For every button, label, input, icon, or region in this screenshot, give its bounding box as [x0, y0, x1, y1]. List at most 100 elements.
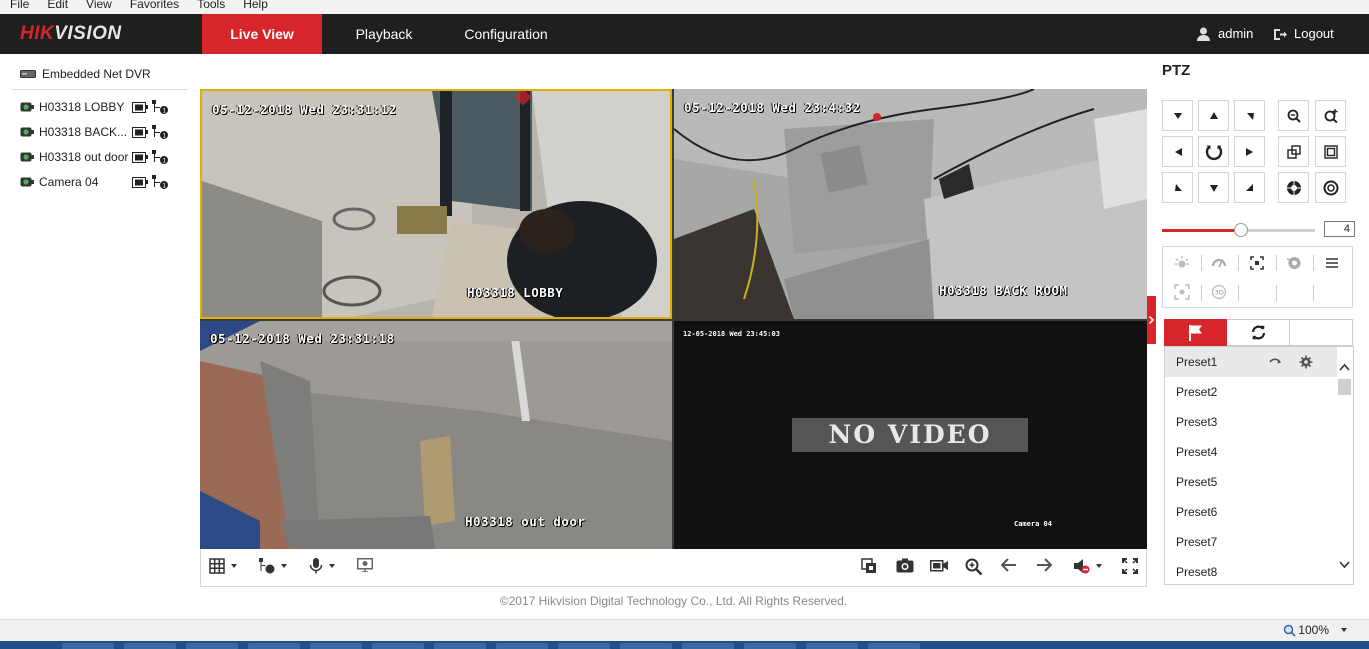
3d-zoom-icon: 3D	[1211, 284, 1227, 300]
ptz-up-right-button[interactable]	[1234, 100, 1265, 131]
stream-type-icon[interactable]: 1	[151, 149, 169, 165]
menu-file[interactable]: File	[10, 0, 29, 11]
record-button[interactable]	[930, 558, 948, 572]
ptz-up-left-button[interactable]	[1162, 100, 1193, 131]
manual-tracking-button[interactable]	[1163, 277, 1201, 307]
ptz-up-button[interactable]	[1198, 100, 1229, 131]
prev-page-button[interactable]	[1001, 558, 1017, 572]
tab-playback[interactable]: Playback	[340, 14, 428, 54]
channel-zero-button[interactable]	[357, 558, 373, 572]
menu-edit[interactable]: Edit	[47, 0, 68, 11]
ptz-down-right-button[interactable]	[1234, 172, 1265, 203]
digital-zoom-icon	[965, 558, 983, 576]
iris-open-button[interactable]	[1278, 172, 1309, 203]
focus-far-button[interactable]	[1315, 136, 1346, 167]
tab-pattern[interactable]	[1290, 319, 1353, 346]
aux-focus-button[interactable]	[1238, 248, 1276, 278]
svg-text:1: 1	[162, 158, 166, 165]
camera-item[interactable]: Camera 04 1	[20, 172, 180, 192]
ptz-speed-slider-track[interactable]	[1241, 229, 1315, 232]
ptz-auto-button[interactable]	[1198, 136, 1229, 167]
video-tile[interactable]: 05-12-2018 Wed 23:4:32 H03318 BACK ROOM	[674, 89, 1147, 319]
browser-menubar: File Edit View Favorites Tools Help	[0, 0, 1369, 14]
ptz-down-left-button[interactable]	[1162, 172, 1193, 203]
list-item[interactable]: Preset2	[1165, 377, 1337, 407]
zoom-level-control[interactable]: 100%	[1283, 623, 1347, 637]
zoom-in-button[interactable]	[1315, 100, 1346, 131]
stream-type-icon[interactable]: 1	[151, 124, 169, 140]
zoom-out-button[interactable]	[1278, 100, 1309, 131]
camera-item[interactable]: H03318 out door 1	[20, 147, 180, 167]
stream-select-button[interactable]	[259, 558, 287, 574]
user-menu[interactable]: admin	[1196, 14, 1253, 54]
3d-zoom-button[interactable]: 3D	[1200, 277, 1238, 307]
chevron-up-icon[interactable]	[1339, 363, 1350, 371]
preset-scrollbar[interactable]	[1336, 347, 1353, 584]
camera-icon	[20, 127, 34, 137]
camera-item[interactable]: H03318 LOBBY 1	[20, 97, 180, 117]
volume-mute-icon	[1074, 559, 1090, 574]
video-tile[interactable]: 05-12-2018 Wed 23:31:18 H03318 out door	[200, 321, 672, 549]
wiper-button[interactable]	[1200, 248, 1238, 278]
arrow-up-icon	[1209, 111, 1218, 119]
window-layout-button[interactable]	[209, 558, 237, 574]
zoom-in-icon	[1324, 108, 1338, 123]
volume-button[interactable]	[1073, 558, 1102, 574]
tab-preset[interactable]	[1164, 319, 1227, 346]
tab-patrol[interactable]	[1227, 319, 1290, 346]
camera-item[interactable]: H03318 BACK... 1	[20, 122, 180, 142]
ptz-right-button[interactable]	[1234, 136, 1265, 167]
preset-label: Preset4	[1176, 445, 1218, 459]
menu-favorites[interactable]: Favorites	[130, 0, 179, 11]
fullscreen-icon	[1122, 558, 1138, 574]
gear-icon[interactable]	[1299, 355, 1313, 369]
svg-text:1: 1	[162, 108, 166, 115]
chevron-down-icon[interactable]	[1339, 561, 1350, 569]
next-page-button[interactable]	[1036, 558, 1052, 572]
start-recording-icon[interactable]	[132, 176, 148, 188]
capture-all-button[interactable]	[861, 558, 878, 575]
menu-help[interactable]: Help	[243, 0, 268, 11]
ptz-down-button[interactable]	[1198, 172, 1229, 203]
stream-type-icon[interactable]: 1	[151, 174, 169, 190]
list-item[interactable]: Preset7	[1165, 527, 1337, 557]
live-view-toolbar	[200, 549, 1147, 587]
focus-near-button[interactable]	[1278, 136, 1309, 167]
list-item[interactable]: Preset8	[1165, 557, 1337, 584]
ptz-panel-toggle[interactable]	[1147, 296, 1156, 344]
ptz-speed-slider-handle[interactable]	[1234, 223, 1248, 237]
lens-init-button[interactable]	[1275, 248, 1313, 278]
list-item[interactable]: Preset5	[1165, 467, 1337, 497]
ptz-left-button[interactable]	[1162, 136, 1193, 167]
start-recording-icon[interactable]	[132, 126, 148, 138]
list-item[interactable]: Preset1	[1165, 347, 1337, 377]
device-tree-root[interactable]: Embedded Net DVR	[20, 67, 151, 81]
list-item[interactable]: Preset6	[1165, 497, 1337, 527]
arrow-left-icon	[1174, 147, 1182, 156]
fullscreen-button[interactable]	[1122, 558, 1138, 574]
list-item[interactable]: Preset4	[1165, 437, 1337, 467]
audio-talk-button[interactable]	[309, 558, 335, 574]
logout-button[interactable]: Logout	[1273, 14, 1334, 54]
light-button[interactable]	[1163, 248, 1201, 278]
call-preset-icon[interactable]	[1269, 356, 1283, 368]
more-settings-button[interactable]	[1313, 248, 1351, 278]
start-recording-icon[interactable]	[132, 151, 148, 163]
video-tile[interactable]: 12-05-2018 Wed 23:45:03 NO VIDEO Camera …	[674, 321, 1147, 549]
video-tile[interactable]: 05-12-2018 Wed 23:31:12 H03318 LOBBY	[200, 89, 672, 319]
snapshot-button[interactable]	[896, 558, 914, 573]
menu-view[interactable]: View	[86, 0, 112, 11]
tab-configuration[interactable]: Configuration	[452, 14, 560, 54]
no-video-indicator: NO VIDEO	[792, 418, 1028, 452]
digital-zoom-button[interactable]	[965, 558, 983, 576]
record-icon	[930, 560, 948, 572]
menu-tools[interactable]: Tools	[197, 0, 225, 11]
tab-live-view[interactable]: Live View	[202, 14, 322, 54]
iris-close-button[interactable]	[1315, 172, 1346, 203]
preset-label: Preset3	[1176, 415, 1218, 429]
stream-type-icon[interactable]: 1	[151, 99, 169, 115]
list-item[interactable]: Preset3	[1165, 407, 1337, 437]
svg-text:3D: 3D	[1215, 289, 1224, 297]
scrollbar-thumb[interactable]	[1338, 379, 1351, 395]
start-recording-icon[interactable]	[132, 101, 148, 113]
